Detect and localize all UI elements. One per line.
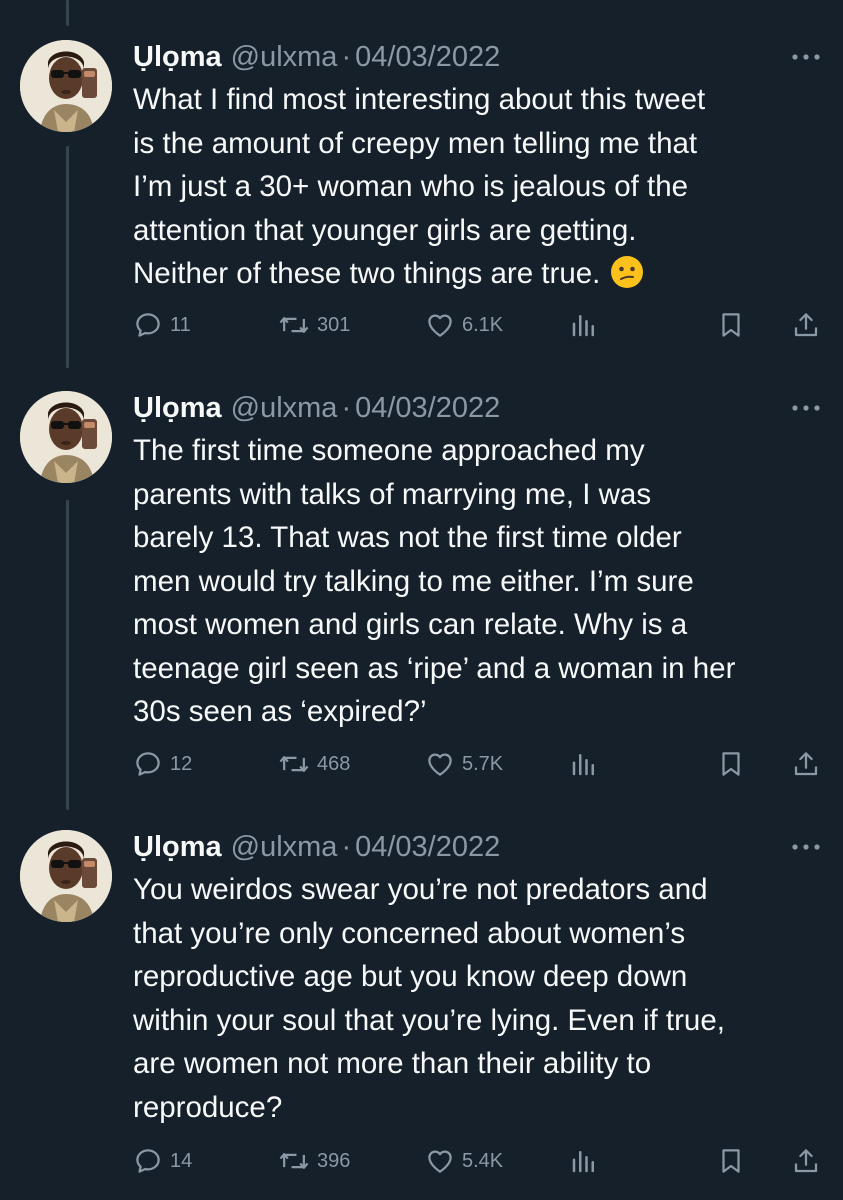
reply-icon (133, 310, 163, 340)
display-name[interactable]: Ụlọma (133, 40, 222, 74)
reply-icon (133, 1146, 163, 1176)
like-button[interactable]: 5.7K (425, 747, 503, 781)
tweet-text-line: teenage girl seen as ‘ripe’ and a woman … (133, 651, 736, 685)
retweet-icon (278, 310, 310, 340)
thread-line-1 (66, 146, 69, 368)
tweet-header: Ụlọma @ulxma · 04/03/2022 (133, 391, 500, 425)
retweet-button[interactable]: 468 (278, 747, 350, 781)
retweet-count: 301 (317, 313, 351, 336)
reply-button[interactable]: 12 (133, 747, 192, 781)
retweet-count: 468 (317, 752, 351, 775)
tweet-text-line: reproductive age but you know deep down (133, 960, 688, 993)
confused-face-emoji (610, 255, 644, 289)
tweet-text-line: attention that younger girls are getting… (133, 213, 637, 247)
display-name[interactable]: Ụlọma (133, 830, 222, 864)
retweet-icon (278, 1146, 310, 1176)
tweet-text-line: You weirdos swear you’re not predators a… (133, 873, 708, 906)
retweet-icon (278, 749, 310, 779)
retweet-button[interactable]: 301 (278, 308, 350, 342)
share-icon (791, 1146, 821, 1176)
share-icon (791, 749, 821, 779)
user-handle[interactable]: @ulxma (231, 391, 338, 425)
more-icon[interactable] (791, 395, 821, 421)
like-count: 6.1K (462, 313, 504, 336)
views-button[interactable] (569, 747, 599, 781)
views-button[interactable] (569, 308, 599, 342)
tweet-text-line: reproduce? (133, 1090, 283, 1124)
share-button[interactable] (791, 308, 821, 342)
share-icon (791, 310, 821, 340)
heart-icon (425, 1146, 455, 1176)
avatar[interactable] (20, 391, 112, 483)
tweet-text-line: I’m just a 30+ woman who is jealous of t… (133, 170, 689, 203)
views-icon (569, 749, 599, 779)
tweet-text: What I find most interesting about this … (133, 78, 823, 296)
action-bar: 11 301 6.1K (133, 308, 833, 342)
retweet-button[interactable]: 396 (278, 1144, 350, 1178)
more-icon[interactable] (791, 44, 821, 70)
user-handle[interactable]: @ulxma (231, 830, 338, 864)
heart-icon (425, 310, 455, 340)
bookmark-icon (716, 749, 746, 779)
views-icon (569, 310, 599, 340)
tweet-date[interactable]: 04/03/2022 (355, 830, 500, 864)
tweet-text-line: is the amount of creepy men telling me t… (133, 126, 698, 160)
heart-icon (425, 749, 455, 779)
like-button[interactable]: 5.4K (425, 1144, 503, 1178)
reply-count: 14 (170, 1149, 193, 1172)
reply-icon (133, 749, 163, 779)
share-button[interactable] (791, 747, 821, 781)
reply-count: 12 (170, 752, 193, 775)
avatar[interactable] (20, 40, 112, 132)
tweet-text-line: men would try talking to me either. I’m … (133, 564, 694, 598)
thread-line-top (66, 0, 69, 26)
tweet-date[interactable]: 04/03/2022 (355, 391, 500, 425)
tweet-text: You weirdos swear you’re not predators a… (133, 868, 823, 1129)
like-button[interactable]: 6.1K (425, 308, 503, 342)
user-handle[interactable]: @ulxma (231, 40, 338, 74)
action-bar: 14 396 5.4K (133, 1144, 833, 1178)
tweet-text-line: parents with talks of marrying me, I was (133, 477, 652, 511)
display-name[interactable]: Ụlọma (133, 391, 222, 425)
reply-button[interactable]: 11 (133, 308, 191, 342)
reply-button[interactable]: 14 (133, 1144, 192, 1178)
tweet-header: Ụlọma @ulxma · 04/03/2022 (133, 830, 500, 864)
bookmark-button[interactable] (716, 747, 746, 781)
tweet-text-line: are women not more than their ability to (133, 1047, 652, 1080)
tweet-text-line-with-emoji: Neither of these two things are true. (133, 252, 823, 296)
tweet-text-line: barely 13. That was not the first time o… (133, 521, 682, 554)
more-icon[interactable] (791, 834, 821, 860)
share-button[interactable] (791, 1144, 821, 1178)
views-button[interactable] (569, 1144, 599, 1178)
thread-line-2 (66, 500, 69, 810)
tweet-text-line: that you’re only concerned about women’s (133, 916, 686, 950)
separator-dot: · (341, 392, 352, 424)
tweet-text-line: 30s seen as ‘expired?’ (133, 695, 427, 728)
tweet-text-line: within your soul that you’re lying. Even… (133, 1003, 725, 1037)
avatar[interactable] (20, 830, 112, 922)
separator-dot: · (341, 831, 352, 863)
tweet-text: The first time someone approached my par… (133, 429, 823, 734)
tweet-date[interactable]: 04/03/2022 (355, 40, 500, 74)
like-count: 5.7K (462, 752, 504, 775)
bookmark-button[interactable] (716, 308, 746, 342)
bookmark-icon (716, 310, 746, 340)
tweet-text-line: Neither of these two things are true. (133, 257, 601, 290)
like-count: 5.4K (462, 1149, 504, 1172)
bookmark-icon (716, 1146, 746, 1176)
retweet-count: 396 (317, 1149, 351, 1172)
tweet-header: Ụlọma @ulxma · 04/03/2022 (133, 40, 500, 74)
views-icon (569, 1146, 599, 1176)
action-bar: 12 468 5.7K (133, 747, 833, 781)
tweet-text-line: The first time someone approached my (133, 434, 645, 467)
reply-count: 11 (170, 313, 191, 336)
tweet-text-line: most women and girls can relate. Why is … (133, 608, 688, 641)
bookmark-button[interactable] (716, 1144, 746, 1178)
separator-dot: · (341, 41, 352, 73)
tweet-text-line: What I find most interesting about this … (133, 83, 706, 116)
